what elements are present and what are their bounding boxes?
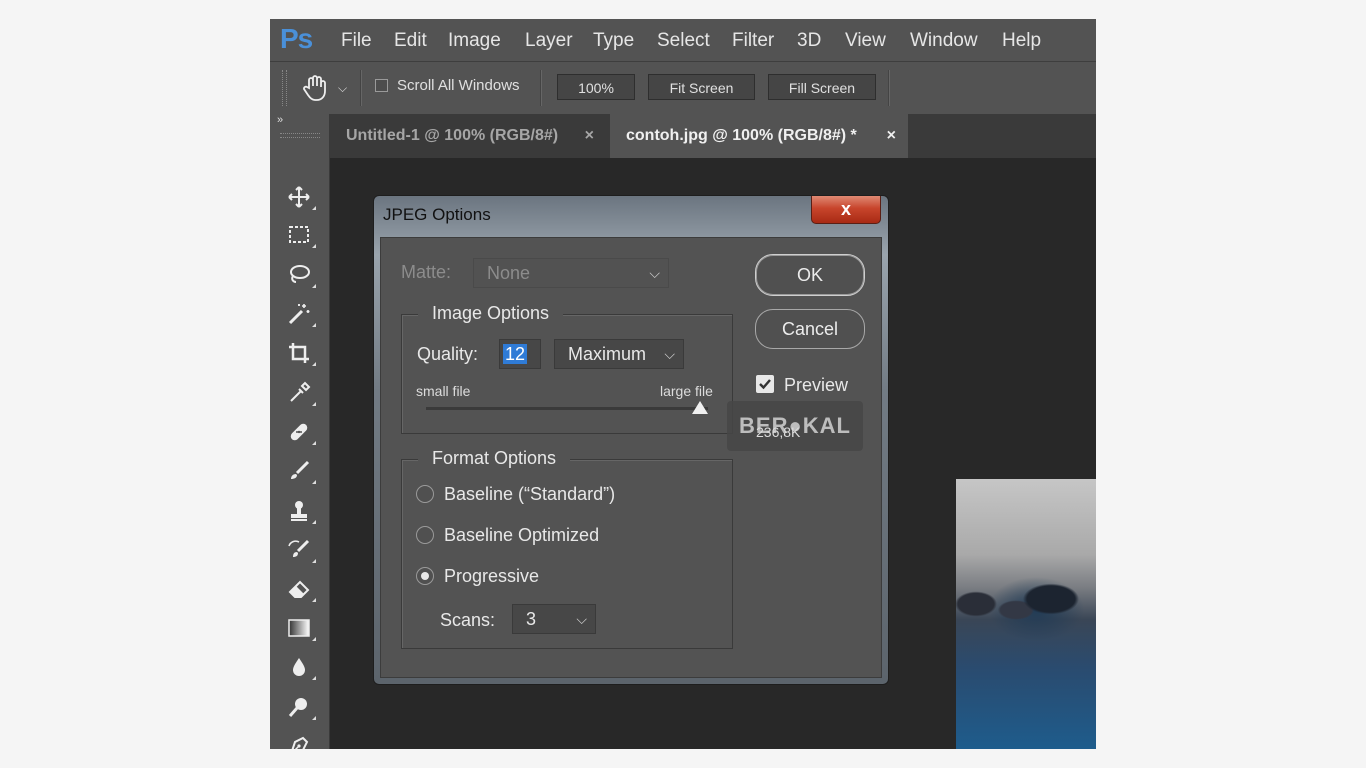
menu-bar: Ps File Edit Image Layer Type Select Fil… xyxy=(270,19,1096,61)
progressive-radio[interactable] xyxy=(416,567,434,585)
brush-tool-icon[interactable] xyxy=(284,456,316,486)
cancel-button[interactable]: Cancel xyxy=(755,309,865,349)
menu-select[interactable]: Select xyxy=(657,30,710,52)
menu-edit[interactable]: Edit xyxy=(394,30,427,52)
scans-select[interactable]: 3 ⌵ xyxy=(512,604,596,634)
quality-slider-thumb[interactable] xyxy=(692,401,708,414)
preview-label[interactable]: Preview xyxy=(784,375,848,396)
photoshop-window: Ps File Edit Image Layer Type Select Fil… xyxy=(270,19,1096,749)
tab-label: Untitled-1 @ 100% (RGB/8#) xyxy=(346,127,559,144)
chevron-down-icon: ⌵ xyxy=(664,346,675,362)
divider xyxy=(540,70,542,106)
scroll-all-windows-checkbox[interactable] xyxy=(375,79,388,92)
tools-panel: » xyxy=(270,114,330,749)
quality-label: Quality: xyxy=(417,344,479,364)
menu-layer[interactable]: Layer xyxy=(525,30,573,52)
dodge-tool-icon[interactable] xyxy=(284,692,316,722)
dialog-title: JPEG Options xyxy=(383,205,491,224)
quality-value: 12 xyxy=(503,344,528,364)
close-tab-icon[interactable]: × xyxy=(887,114,896,158)
baseline-standard-radio[interactable] xyxy=(416,485,434,503)
baseline-optimized-label[interactable]: Baseline Optimized xyxy=(444,525,599,546)
document-tabs: Untitled-1 @ 100% (RGB/8#) × contoh.jpg … xyxy=(330,114,1096,158)
options-bar: ⌵ Scroll All Windows 100% Fit Screen Fil… xyxy=(270,61,1096,115)
tab-untitled-1[interactable]: Untitled-1 @ 100% (RGB/8#) × xyxy=(330,114,606,158)
matte-select: None ⌵ xyxy=(473,258,669,288)
scans-label: Scans: xyxy=(440,610,496,630)
canvas-image xyxy=(956,479,1096,749)
collapse-panel-icon[interactable]: » xyxy=(277,114,283,126)
divider xyxy=(360,70,362,106)
format-options-title: Format Options xyxy=(418,448,571,469)
crop-tool-icon[interactable] xyxy=(284,338,316,368)
ps-logo: Ps xyxy=(280,23,313,54)
jpeg-options-dialog: JPEG Options x Matte: None ⌵ Image Option… xyxy=(373,195,889,685)
marquee-tool-icon[interactable] xyxy=(284,220,316,250)
baseline-standard-label[interactable]: Baseline (“Standard”) xyxy=(444,484,615,505)
divider xyxy=(888,70,890,106)
menu-image[interactable]: Image xyxy=(448,30,501,52)
tab-contoh-jpg[interactable]: contoh.jpg @ 100% (RGB/8#) * × xyxy=(610,114,908,158)
quality-preset-value: Maximum xyxy=(568,344,647,364)
eraser-icon[interactable] xyxy=(284,574,316,604)
image-options-title: Image Options xyxy=(418,303,564,324)
zoom-100-button[interactable]: 100% xyxy=(557,74,635,100)
pen-tool-icon[interactable] xyxy=(284,731,314,749)
eyedropper-icon[interactable] xyxy=(284,378,316,408)
quality-input[interactable]: 12 xyxy=(499,339,541,369)
blur-tool-icon[interactable] xyxy=(284,652,316,682)
progressive-label[interactable]: Progressive xyxy=(444,566,539,587)
menu-type[interactable]: Type xyxy=(593,30,634,52)
ok-button[interactable]: OK xyxy=(755,254,865,296)
scroll-all-windows-label: Scroll All Windows xyxy=(397,77,520,94)
history-brush-icon[interactable] xyxy=(284,535,316,565)
baseline-optimized-radio[interactable] xyxy=(416,526,434,544)
move-tool-icon[interactable] xyxy=(284,182,316,212)
lasso-tool-icon[interactable] xyxy=(284,260,316,290)
preview-checkbox[interactable] xyxy=(756,375,774,393)
quality-preset-select[interactable]: Maximum ⌵ xyxy=(554,339,684,369)
gradient-tool-icon[interactable] xyxy=(284,613,316,643)
scans-value: 3 xyxy=(526,609,537,629)
menu-file[interactable]: File xyxy=(341,30,372,52)
large-file-label: large file xyxy=(660,383,713,399)
matte-label: Matte: xyxy=(401,262,452,282)
close-button[interactable]: x xyxy=(811,196,881,224)
small-file-label: small file xyxy=(416,383,471,399)
fill-screen-button[interactable]: Fill Screen xyxy=(768,74,876,100)
matte-value: None xyxy=(487,263,531,283)
menu-filter[interactable]: Filter xyxy=(732,30,774,52)
healing-brush-icon[interactable] xyxy=(284,417,316,447)
file-size-readout: 236,8K xyxy=(756,424,801,440)
format-options-group: Format Options Baseline (“Standard”) Bas… xyxy=(401,448,733,649)
tab-label: contoh.jpg @ 100% (RGB/8#) * xyxy=(626,127,857,144)
menu-view[interactable]: View xyxy=(845,30,886,52)
options-grip[interactable] xyxy=(282,70,287,106)
image-options-group: Image Options Quality: 12 Maximum ⌵ small… xyxy=(401,303,733,434)
clone-stamp-icon[interactable] xyxy=(284,496,316,526)
close-tab-icon[interactable]: × xyxy=(585,114,594,158)
menu-window[interactable]: Window xyxy=(910,30,978,52)
fit-screen-button[interactable]: Fit Screen xyxy=(648,74,755,100)
chevron-down-icon[interactable]: ⌵ xyxy=(338,81,347,96)
menu-3d[interactable]: 3D xyxy=(797,30,821,52)
quality-slider-track[interactable] xyxy=(426,407,708,410)
magic-wand-icon[interactable] xyxy=(284,299,316,329)
chevron-down-icon: ⌵ xyxy=(649,265,660,281)
checkmark-icon xyxy=(759,379,771,390)
hand-tool-icon[interactable] xyxy=(302,74,328,107)
panel-grip[interactable] xyxy=(280,133,320,138)
menu-help[interactable]: Help xyxy=(1002,30,1041,52)
dialog-body: Matte: None ⌵ Image Options Quality: 12 M… xyxy=(380,237,882,678)
chevron-down-icon: ⌵ xyxy=(576,611,587,627)
